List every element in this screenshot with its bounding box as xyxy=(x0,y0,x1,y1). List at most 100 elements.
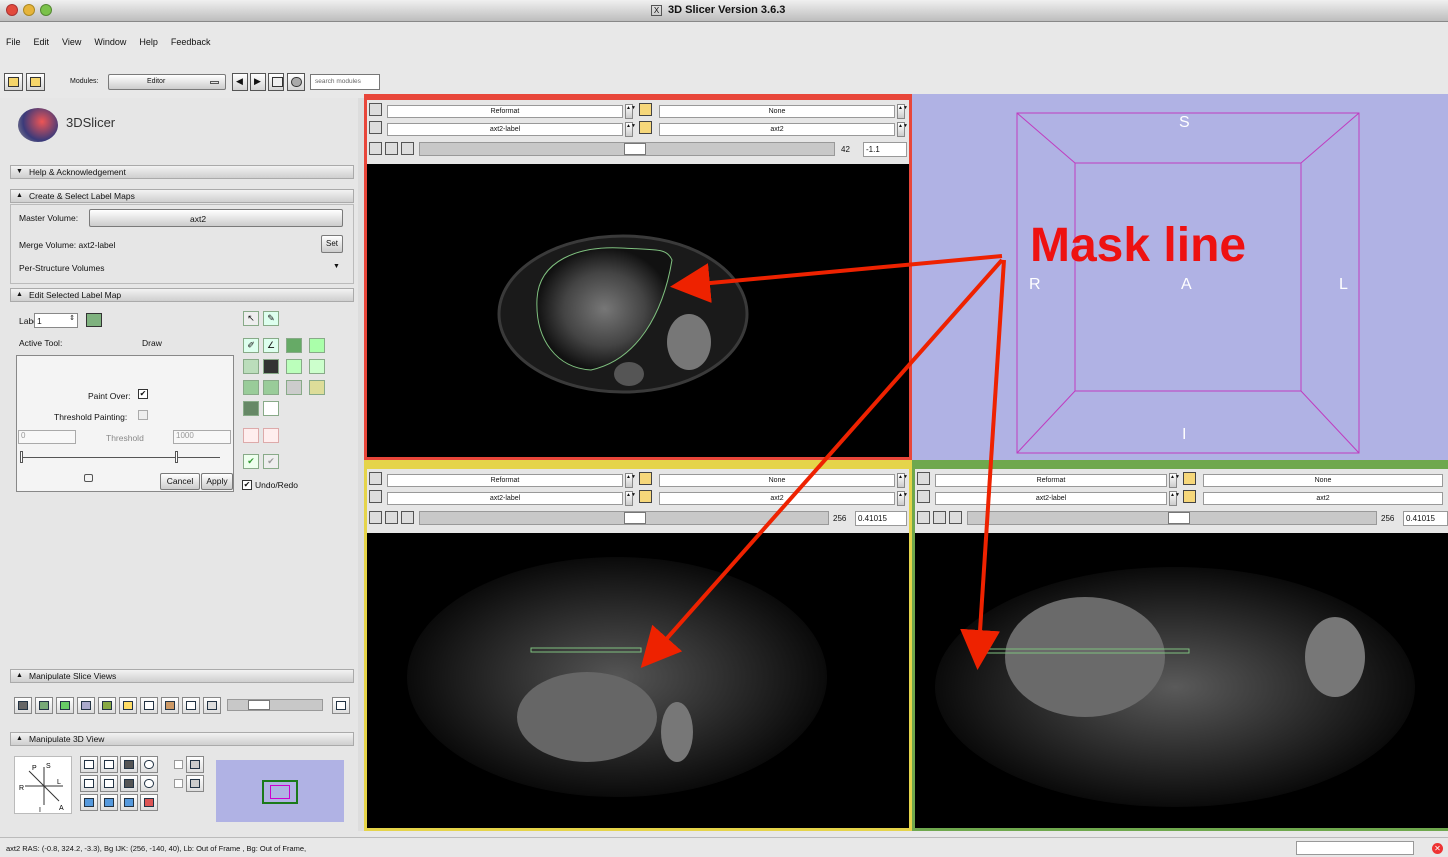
green-fg-layer-icon[interactable] xyxy=(1183,472,1196,485)
paint-tool-button[interactable]: ✐ xyxy=(243,338,259,353)
menu-feedback[interactable]: Feedback xyxy=(171,37,211,51)
slice-views-section-header[interactable]: ▲ Manipulate Slice Views xyxy=(10,669,354,683)
view-bottom-button[interactable] xyxy=(100,794,118,811)
red-orientation-select[interactable]: Reformat xyxy=(387,105,623,118)
per-structure-expand-icon[interactable]: ▼ xyxy=(333,263,340,270)
yellow-bg-spin[interactable]: ▲▼ xyxy=(897,491,908,506)
threshold-min-input[interactable]: 0 xyxy=(18,430,76,444)
spacing-button[interactable] xyxy=(119,697,137,714)
help-bubble-icon[interactable] xyxy=(84,474,93,482)
red-fg-layer-icon[interactable] xyxy=(639,103,652,116)
image-erode-tool-button[interactable] xyxy=(309,338,325,353)
edit-section-header[interactable]: ▲ Edit Selected Label Map xyxy=(10,288,354,302)
yellow-orientation-spin[interactable]: ▲▼ xyxy=(625,473,636,488)
help-section-header[interactable]: ▼ Help & Acknowledgement xyxy=(10,165,354,179)
annotation-button[interactable] xyxy=(77,697,95,714)
model-maker-tool-button[interactable] xyxy=(243,401,259,416)
yellow-fit-button[interactable] xyxy=(369,511,382,524)
minimize-window-button[interactable] xyxy=(23,4,35,16)
erode-tool-button[interactable] xyxy=(263,380,279,395)
red-bg-layer-icon[interactable] xyxy=(639,121,652,134)
yellow-label-icon[interactable] xyxy=(369,490,382,503)
module-settings-button[interactable] xyxy=(287,73,305,91)
dilate-tool-button[interactable] xyxy=(243,380,259,395)
orientation-widget[interactable]: P S R L I A xyxy=(14,756,72,814)
zoom-in-button[interactable] xyxy=(140,756,158,773)
navigation-view[interactable] xyxy=(216,760,344,822)
yellow-fg-spin[interactable]: ▲▼ xyxy=(897,473,908,488)
menu-edit[interactable]: Edit xyxy=(34,37,50,51)
draw-tool-button[interactable]: ∠ xyxy=(263,338,279,353)
slice-model-button[interactable] xyxy=(35,697,53,714)
red-orientation-spin[interactable]: ▲▼ xyxy=(625,104,636,119)
prev-module-button[interactable]: ◀ xyxy=(232,73,248,91)
identify-islands-tool-button[interactable] xyxy=(309,380,325,395)
yellow-fg-layer-icon[interactable] xyxy=(639,472,652,485)
red-fg-select[interactable]: None xyxy=(659,105,895,118)
red-fit-button[interactable] xyxy=(369,142,382,155)
view-left-button[interactable] xyxy=(80,756,98,773)
threshold-painting-checkbox[interactable] xyxy=(138,410,148,420)
green-fg-select[interactable]: None xyxy=(1203,474,1443,487)
yellow-orientation-select[interactable]: Reformat xyxy=(387,474,623,487)
red-orientation-icon[interactable] xyxy=(369,103,382,116)
module-select[interactable]: Editor xyxy=(108,74,226,90)
green-orientation-select[interactable]: Reformat xyxy=(935,474,1167,487)
master-volume-select[interactable]: axt2 xyxy=(89,209,343,227)
yellow-orientation-icon[interactable] xyxy=(369,472,382,485)
zoom-window-button[interactable] xyxy=(40,4,52,16)
red-label-spin[interactable]: ▲▼ xyxy=(625,122,636,137)
green-bg-layer-icon[interactable] xyxy=(1183,490,1196,503)
yellow-offset-input[interactable]: 0.41015 xyxy=(855,511,907,526)
error-icon[interactable]: ✕ xyxy=(1432,843,1443,854)
yellow-slice-slider[interactable] xyxy=(419,511,829,525)
slider-min-handle[interactable] xyxy=(20,451,23,463)
view3d-section-header[interactable]: ▲ Manipulate 3D View xyxy=(10,732,354,746)
yellow-bg-layer-icon[interactable] xyxy=(639,490,652,503)
module-history-button[interactable] xyxy=(268,73,284,91)
islands-tool-button[interactable] xyxy=(286,380,302,395)
red-fg-spin[interactable]: ▲▼ xyxy=(897,104,908,119)
red-slider-thumb[interactable] xyxy=(624,143,646,155)
volume-display-button[interactable] xyxy=(203,697,221,714)
accept-tool-button[interactable]: ✔ xyxy=(243,454,259,469)
rock-mode-button[interactable] xyxy=(186,775,204,792)
grid-tool-button[interactable] xyxy=(286,359,302,374)
level-tracing-tool-button[interactable] xyxy=(286,338,302,353)
red-bg-spin[interactable]: ▲▼ xyxy=(897,122,908,137)
yellow-slider-thumb[interactable] xyxy=(624,512,646,524)
red-slice-slider[interactable] xyxy=(419,142,835,156)
per-structure-volumes-label[interactable]: Per-Structure Volumes xyxy=(19,263,105,273)
red-label-icon[interactable] xyxy=(369,121,382,134)
green-more-button[interactable] xyxy=(949,511,962,524)
label-color-swatch[interactable] xyxy=(86,313,102,327)
undo-redo-checkbox[interactable]: ✔ xyxy=(242,480,252,490)
red-offset-input[interactable]: -1.1 xyxy=(863,142,907,157)
yellow-label-select[interactable]: axt2-label xyxy=(387,492,623,505)
next-module-button[interactable]: ▶ xyxy=(250,73,266,91)
create-section-header[interactable]: ▲ Create & Select Label Maps xyxy=(10,189,354,203)
green-visibility-button[interactable] xyxy=(933,511,946,524)
red-bg-select[interactable]: axt2 xyxy=(659,123,895,136)
save-scene-button[interactable] xyxy=(26,73,45,91)
threshold-range-slider[interactable] xyxy=(20,451,220,465)
3d-view[interactable]: S I R L A xyxy=(912,94,1448,460)
remove-islands-tool-button[interactable] xyxy=(243,428,259,443)
camera-button[interactable] xyxy=(120,756,138,773)
load-scene-button[interactable] xyxy=(4,73,23,91)
green-orientation-icon[interactable] xyxy=(917,472,930,485)
yellow-bg-select[interactable]: axt2 xyxy=(659,492,895,505)
link-views-button[interactable] xyxy=(182,697,200,714)
rock-checkbox[interactable] xyxy=(174,779,183,788)
cancel-button[interactable]: Cancel xyxy=(160,473,200,490)
threshold-tool-button[interactable] xyxy=(243,359,259,374)
slice-fov-button[interactable] xyxy=(56,697,74,714)
red-visibility-button[interactable] xyxy=(385,142,398,155)
view-right-button[interactable] xyxy=(100,756,118,773)
label-outline-button[interactable] xyxy=(161,697,179,714)
threshold-max-input[interactable]: 1000 xyxy=(173,430,231,444)
crosshair-button[interactable] xyxy=(140,697,158,714)
green-slider-thumb[interactable] xyxy=(1168,512,1190,524)
stereo-button[interactable] xyxy=(120,794,138,811)
yellow-fg-select[interactable]: None xyxy=(659,474,895,487)
